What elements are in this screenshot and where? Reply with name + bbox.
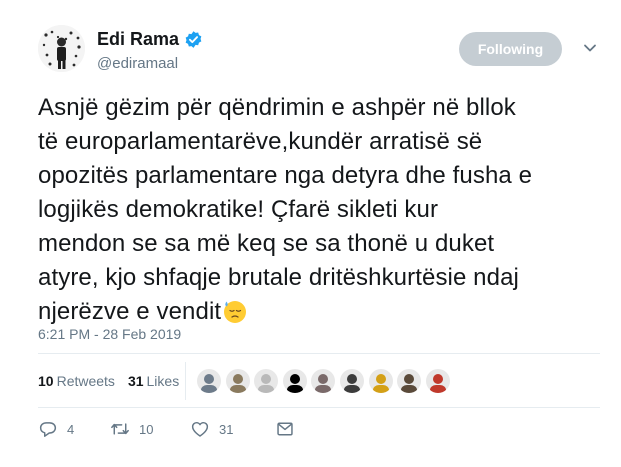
verified-badge-icon	[185, 31, 202, 48]
author-name[interactable]: Edi Rama	[97, 29, 179, 50]
tweet-text: Asnjë gëzim për qëndrimin e ashpër në bl…	[38, 91, 608, 329]
liker-avatar[interactable]	[282, 369, 307, 393]
envelope-icon	[277, 422, 293, 436]
liker-avatar[interactable]	[197, 369, 221, 393]
action-bar: 4 10 31	[38, 420, 295, 438]
likes-stat[interactable]: 31 Likes	[128, 373, 179, 389]
liker-avatars	[197, 369, 454, 393]
retweet-count: 10	[139, 421, 154, 437]
like-action[interactable]: 31	[190, 420, 275, 438]
liker-avatar[interactable]	[254, 369, 279, 393]
liker-avatar[interactable]	[225, 369, 250, 393]
divider	[38, 353, 600, 354]
liker-avatar[interactable]	[425, 369, 450, 393]
reply-count: 4	[67, 421, 75, 437]
author-handle[interactable]: @ediramaal	[97, 55, 178, 72]
likes-count: 31	[127, 373, 144, 389]
retweets-label: Retweets	[56, 373, 115, 389]
liker-avatar[interactable]	[311, 369, 336, 393]
direct-message-action[interactable]	[275, 420, 295, 438]
downcast-face-sweat-emoji-icon	[224, 301, 247, 323]
retweets-count: 10	[38, 373, 54, 389]
tweet-timestamp[interactable]: 6:21 PM - 28 Feb 2019	[38, 326, 181, 342]
retweets-stat[interactable]: 10 Retweets	[38, 373, 115, 389]
likes-label: Likes	[146, 373, 180, 389]
tweet-body: Asnjë gëzim për qëndrimin e ashpër në bl…	[38, 94, 533, 325]
reply-icon	[39, 422, 57, 437]
divider	[38, 407, 600, 408]
following-button[interactable]: Following	[459, 32, 562, 66]
liker-avatar[interactable]	[339, 369, 364, 393]
author-row: Edi Rama	[97, 29, 203, 50]
liker-avatar[interactable]	[397, 369, 422, 393]
retweet-icon	[111, 423, 129, 435]
engagement-stats: 10 Retweets 31 Likes	[38, 373, 192, 389]
stats-divider	[185, 362, 186, 400]
reply-action[interactable]: 4	[38, 420, 110, 438]
retweet-action[interactable]: 10	[110, 420, 190, 438]
chevron-down-icon[interactable]	[583, 42, 597, 54]
tweet-card: Edi Rama @ediramaal Following Asnjë gëzi…	[0, 0, 621, 467]
liker-avatar[interactable]	[368, 369, 393, 393]
like-count: 31	[219, 421, 234, 437]
heart-icon	[191, 421, 209, 437]
avatar[interactable]	[38, 25, 85, 72]
